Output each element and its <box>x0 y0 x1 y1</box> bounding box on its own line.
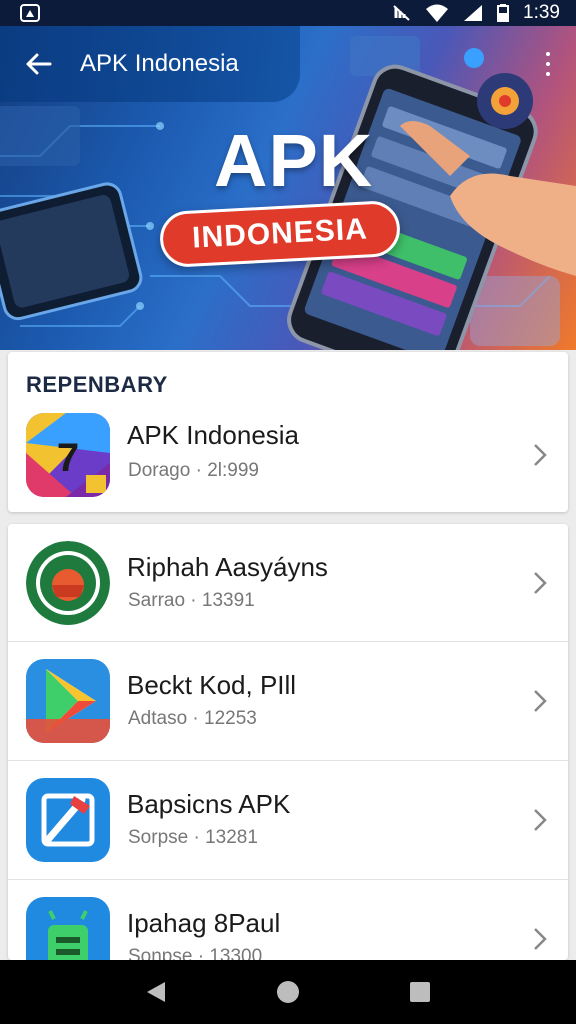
featured-app-row[interactable]: 7 APK Indonesia Dorago · 2l:999 <box>8 396 568 512</box>
app-name: Beckt Kod, PIll <box>127 670 297 700</box>
more-options-button[interactable] <box>542 52 554 76</box>
status-time: 1:39 <box>523 2 560 23</box>
circle-home-icon <box>277 981 299 1003</box>
nav-back-button[interactable] <box>136 972 176 1012</box>
app-name: Riphah Aasyáyns <box>127 552 328 582</box>
app-list-row[interactable]: Beckt Kod, PIll Adtaso · 12253 <box>8 642 568 760</box>
app-meta: Sorpse · 13281 <box>128 827 258 848</box>
app-bar: APK Indonesia <box>0 26 300 102</box>
app-list-card: Riphah Aasyáyns Sarrao · 13391 Beckt Kod… <box>8 524 568 960</box>
app-name: APK Indonesia <box>127 420 300 450</box>
app-meta: Dorago · 2l:999 <box>128 460 259 481</box>
app-meta: Sarrao · 13391 <box>128 590 255 611</box>
hero-title: APK <box>214 119 374 202</box>
app-bar-title: APK Indonesia <box>80 50 239 77</box>
play-store-app-icon <box>26 659 110 743</box>
app-meta: Sonpse · 13300 <box>128 946 263 960</box>
nav-home-button[interactable] <box>268 972 308 1012</box>
apk-indonesia-app-icon: 7 <box>26 413 110 497</box>
square-recents-icon <box>410 982 430 1002</box>
chevron-right-icon <box>534 928 547 950</box>
back-button[interactable] <box>22 48 54 80</box>
more-vert-icon <box>546 52 550 56</box>
android-app-icon <box>26 897 110 960</box>
app-meta: Adtaso · 12253 <box>128 708 257 729</box>
signal-icon <box>464 5 483 21</box>
system-nav-bar <box>0 960 576 1024</box>
chevron-right-icon <box>534 809 547 831</box>
app-list-row[interactable]: Bapsicns APK Sorpse · 13281 <box>8 761 568 879</box>
notification-icon <box>20 4 40 22</box>
section-title: REPENBARY <box>26 372 168 397</box>
wifi-icon <box>426 4 449 22</box>
status-bar: 1:39 <box>0 0 576 26</box>
app-icon-label: 7 <box>57 436 79 480</box>
chevron-right-icon <box>534 444 547 466</box>
battery-icon <box>497 4 510 22</box>
triangle-back-icon <box>147 982 165 1002</box>
app-list-row[interactable]: Riphah Aasyáyns Sarrao · 13391 <box>8 524 568 642</box>
app-name: Bapsicns APK <box>127 789 291 819</box>
edit-app-icon <box>26 778 110 862</box>
riphah-app-icon <box>26 541 110 625</box>
chevron-right-icon <box>534 690 547 712</box>
app-list-row[interactable]: Ipahag 8Paul Sonpse · 13300 <box>8 880 568 960</box>
app-name: Ipahag 8Paul <box>127 908 281 938</box>
mute-icon <box>393 5 410 21</box>
hero-banner: APK Indonesia APK INDONESIA <box>0 26 576 350</box>
back-arrow-icon <box>26 53 52 75</box>
nav-recents-button[interactable] <box>400 972 440 1012</box>
featured-card: REPENBARY 7 APK Indonesia Dorago · 2l:99… <box>8 352 568 512</box>
chevron-right-icon <box>534 572 547 594</box>
